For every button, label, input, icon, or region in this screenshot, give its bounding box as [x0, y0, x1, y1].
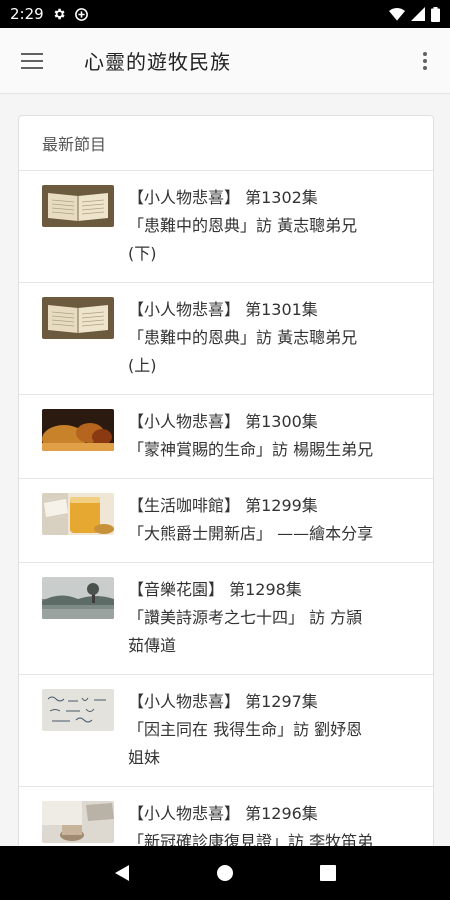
program-thumbnail [42, 689, 114, 731]
program-title-line: 「大熊爵士開新店」 ——繪本分享 [128, 524, 374, 543]
program-title-line: (上) [128, 356, 157, 375]
more-options-button[interactable] [400, 28, 450, 94]
program-title-line: 「讚美詩源考之七十四」 訪 方頴 [128, 608, 363, 627]
app-bar: 心靈的遊牧民族 [0, 28, 450, 94]
recents-button[interactable] [308, 853, 348, 893]
program-title-line: 「患難中的恩典」訪 黃志聰弟兄 [128, 328, 358, 347]
program-thumbnail [42, 297, 114, 339]
program-thumbnail [42, 577, 114, 619]
program-title-line: 【音樂花園】 第1298集 [128, 580, 302, 599]
program-title-line: 【小人物悲喜】 第1302集 [128, 188, 318, 207]
program-title-line: 【小人物悲喜】 第1301集 [128, 300, 318, 319]
card-header: 最新節目 [19, 116, 433, 171]
recents-icon [320, 865, 337, 881]
program-thumbnail [42, 801, 114, 843]
program-thumbnail [42, 409, 114, 451]
program-list-item[interactable]: 【小人物悲喜】 第1302集「患難中的恩典」訪 黃志聰弟兄 (下) [19, 171, 433, 283]
program-title-line: (下) [128, 244, 157, 263]
program-title: 【小人物悲喜】 第1300集「蒙神賞賜的生命」訪 楊賜生弟兄 [128, 408, 373, 464]
program-list-item[interactable]: 【小人物悲喜】 第1300集「蒙神賞賜的生命」訪 楊賜生弟兄 [19, 395, 433, 479]
back-button[interactable] [102, 853, 142, 893]
program-list-item[interactable]: 【小人物悲喜】 第1296集「新冠確診康復見證」訪 李牧笛弟 [19, 787, 433, 846]
program-title-line: 「新冠確診康復見證」訪 李牧笛弟 [128, 832, 374, 846]
status-bar: 2:29 [0, 0, 450, 28]
program-title: 【小人物悲喜】 第1297集「因主同在 我得生命」訪 劉妤恩 姐妹 [128, 688, 362, 772]
status-time: 2:29 [10, 5, 44, 23]
program-thumbnail [42, 185, 114, 227]
program-title-line: 【小人物悲喜】 第1297集 [128, 692, 318, 711]
navigation-bar [0, 846, 450, 900]
wifi-icon [389, 7, 405, 21]
program-list-item[interactable]: 【音樂花園】 第1298集「讚美詩源考之七十四」 訪 方頴 茹傳道 [19, 563, 433, 675]
program-title: 【生活咖啡館】 第1299集「大熊爵士開新店」 ——繪本分享 [128, 492, 373, 548]
program-title-line: 「蒙神賞賜的生命」訪 楊賜生弟兄 [128, 440, 374, 459]
program-list: 【小人物悲喜】 第1302集 「患難中的恩典」訪 黃志聰弟兄 (下) 【小人物悲喜】 … [19, 171, 433, 846]
home-icon [216, 865, 233, 881]
hamburger-icon [21, 52, 43, 69]
program-list-item[interactable]: 【小人物悲喜】 第1301集「患難中的恩典」訪 黃志聰弟兄 (上) [19, 283, 433, 395]
program-list-item[interactable]: 【小人物悲喜】 第1297集「因主同在 我得生命」訪 劉妤恩 姐妹 [19, 675, 433, 787]
program-list-item[interactable]: 【生活咖啡館】 第1299集「大熊爵士開新店」 ——繪本分享 [19, 479, 433, 563]
home-button[interactable] [205, 853, 245, 893]
program-title: 【小人物悲喜】 第1296集「新冠確診康復見證」訪 李牧笛弟 [128, 800, 373, 846]
program-title-line: 「因主同在 我得生命」訪 劉妤恩 [128, 720, 363, 739]
program-title-line: 【小人物悲喜】 第1296集 [128, 804, 318, 823]
back-icon [114, 865, 129, 881]
data-saver-icon [74, 7, 89, 22]
menu-button[interactable] [0, 28, 64, 94]
content-area[interactable]: 最新節目 【小人物悲喜】 第1302集 「患難中的恩典」訪 黃志聰弟兄 (下) 【小人… [0, 94, 450, 846]
program-title: 【音樂花園】 第1298集「讚美詩源考之七十四」 訪 方頴 茹傳道 [128, 576, 362, 660]
more-vert-icon [423, 51, 427, 70]
program-thumbnail [42, 493, 114, 535]
program-title: 【小人物悲喜】 第1301集「患難中的恩典」訪 黃志聰弟兄 (上) [128, 296, 357, 380]
app-title: 心靈的遊牧民族 [84, 50, 231, 74]
program-title: 【小人物悲喜】 第1302集「患難中的恩典」訪 黃志聰弟兄 (下) [128, 184, 357, 268]
program-title-line: 姐妹 [128, 748, 161, 767]
program-title-line: 【生活咖啡館】 第1299集 [128, 496, 318, 515]
battery-icon [431, 6, 440, 22]
program-title-line: 茹傳道 [128, 636, 177, 655]
settings-icon [52, 7, 66, 21]
program-title-line: 【小人物悲喜】 第1300集 [128, 412, 318, 431]
latest-programs-card: 最新節目 【小人物悲喜】 第1302集 「患難中的恩典」訪 黃志聰弟兄 (下) 【小人… [18, 115, 434, 846]
program-title-line: 「患難中的恩典」訪 黃志聰弟兄 [128, 216, 358, 235]
signal-icon [411, 7, 425, 21]
